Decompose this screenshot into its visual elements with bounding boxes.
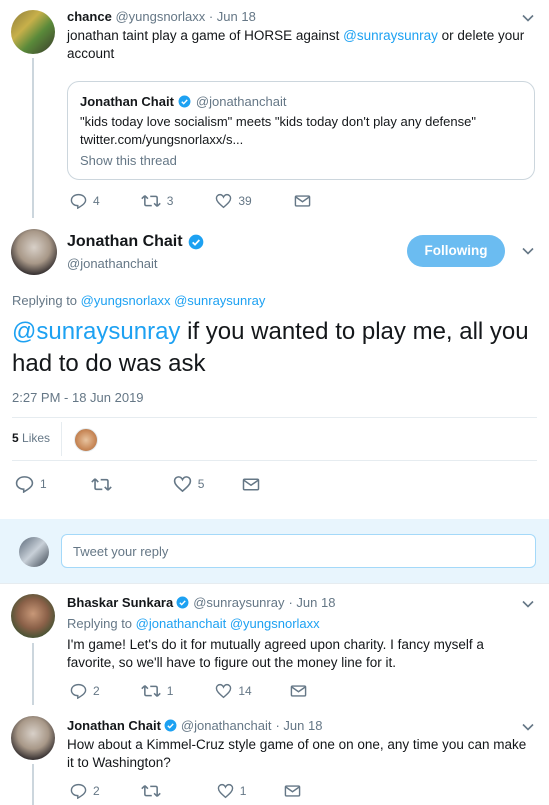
- thread-line: [32, 764, 34, 805]
- reply-input[interactable]: Tweet your reply: [61, 534, 536, 568]
- like-button[interactable]: 14: [215, 683, 252, 699]
- reply-icon: [15, 475, 34, 493]
- reply-icon: [70, 683, 87, 699]
- chevron-down-icon[interactable]: [521, 244, 535, 258]
- thread-line: [32, 58, 34, 218]
- divider: [0, 583, 549, 584]
- verified-badge-icon: [164, 719, 177, 732]
- tweet-actions: 1 5: [15, 475, 260, 493]
- replying-to: Replying to @jonathanchait @yungsnorlaxx: [67, 616, 320, 631]
- quote-link[interactable]: twitter.com/yungsnorlaxx/s...: [80, 131, 243, 149]
- tweet-text: I'm game! Let's do it for mutually agree…: [67, 637, 484, 670]
- divider: [61, 422, 62, 456]
- replying-to-link[interactable]: @sunraysunray: [174, 293, 265, 308]
- replying-to-link[interactable]: @yungsnorlaxx: [81, 293, 171, 308]
- reply-input-placeholder: Tweet your reply: [73, 544, 169, 559]
- reply-button[interactable]: 2: [70, 683, 100, 699]
- tweet-text: jonathan taint play a game of HORSE agai…: [67, 28, 525, 61]
- tweet-actions: 2 1 14: [70, 683, 307, 699]
- retweet-button[interactable]: [90, 476, 118, 493]
- likes-count: 5: [12, 431, 19, 445]
- direct-message-button[interactable]: [284, 784, 301, 798]
- liker-avatar[interactable]: [74, 428, 98, 452]
- direct-message-button[interactable]: [294, 194, 311, 208]
- author-avatar[interactable]: [11, 716, 55, 760]
- verified-badge-icon: [176, 596, 189, 609]
- likes-label: Likes: [22, 431, 51, 445]
- reply-icon: [70, 193, 87, 209]
- reply-button[interactable]: 4: [70, 193, 100, 209]
- tweet-text: How about a Kimmel-Cruz style game of on…: [67, 737, 527, 770]
- chevron-down-icon[interactable]: [521, 597, 535, 611]
- main-author-handle[interactable]: @jonathanchait: [67, 256, 158, 271]
- main-author-name-row: Jonathan Chait: [67, 233, 204, 251]
- mention-link[interactable]: @sunraysunray: [12, 318, 180, 345]
- show-thread-link[interactable]: Show this thread: [80, 153, 177, 168]
- quote-author-handle: @jonathanchait: [195, 94, 287, 109]
- like-button[interactable]: 5: [173, 475, 204, 493]
- message-icon: [294, 194, 311, 208]
- author-handle[interactable]: @jonathanchait: [181, 718, 272, 733]
- author-name[interactable]: Jonathan Chait: [67, 718, 161, 733]
- author-name[interactable]: chance: [67, 9, 112, 24]
- retweet-icon: [140, 783, 161, 799]
- likes-stat[interactable]: 5 Likes: [12, 431, 50, 445]
- retweet-button[interactable]: [140, 783, 167, 799]
- following-button[interactable]: Following: [407, 235, 505, 267]
- chevron-down-icon[interactable]: [521, 720, 535, 734]
- message-icon: [290, 684, 307, 698]
- reply-icon: [70, 783, 87, 799]
- main-author-avatar[interactable]: [11, 229, 57, 275]
- quote-text: "kids today love socialism" meets "kids …: [80, 114, 476, 129]
- retweet-icon: [140, 683, 161, 699]
- reply-button[interactable]: 2: [70, 783, 100, 799]
- tweet-header: Bhaskar Sunkara @sunraysunray · Jun 18: [67, 595, 335, 610]
- like-icon: [173, 475, 192, 493]
- like-icon: [215, 683, 232, 699]
- divider: [12, 417, 537, 418]
- like-icon: [217, 783, 234, 799]
- tweet-header: chance @yungsnorlaxx · Jun 18: [67, 9, 256, 24]
- direct-message-button[interactable]: [290, 684, 307, 698]
- tweet-header: Jonathan Chait @jonathanchait · Jun 18: [67, 718, 322, 733]
- quoted-tweet-card[interactable]: Jonathan Chait @jonathanchait "kids toda…: [67, 81, 535, 180]
- tweet-date[interactable]: · Jun 18: [209, 9, 256, 24]
- verified-badge-icon: [178, 95, 191, 108]
- author-handle[interactable]: @yungsnorlaxx: [115, 9, 205, 24]
- tweet-date[interactable]: · Jun 18: [275, 718, 322, 733]
- like-button[interactable]: 39: [215, 193, 252, 209]
- tweet-timestamp[interactable]: 2:27 PM - 18 Jun 2019: [12, 390, 144, 405]
- replying-to-link[interactable]: @yungsnorlaxx: [230, 616, 320, 631]
- retweet-button[interactable]: 1: [140, 683, 173, 699]
- like-button[interactable]: 1: [217, 783, 246, 799]
- divider: [12, 460, 537, 461]
- verified-badge-icon: [188, 234, 204, 250]
- replying-to-link[interactable]: @jonathanchait: [136, 616, 227, 631]
- main-tweet-text: @sunraysunray if you wanted to play me, …: [12, 318, 529, 377]
- retweet-icon: [140, 193, 161, 209]
- current-user-avatar[interactable]: [19, 537, 49, 567]
- author-avatar[interactable]: [11, 594, 55, 638]
- chevron-down-icon[interactable]: [521, 11, 535, 25]
- reply-button[interactable]: 1: [15, 475, 47, 493]
- retweet-button[interactable]: 3: [140, 193, 173, 209]
- quote-author-name: Jonathan Chait: [80, 94, 174, 109]
- tweet-actions: 4 3 39: [70, 193, 311, 209]
- message-icon: [242, 477, 260, 492]
- author-handle[interactable]: @sunraysunray: [193, 595, 284, 610]
- mention-link[interactable]: @sunraysunray: [343, 28, 438, 43]
- main-author-name[interactable]: Jonathan Chait: [67, 233, 183, 251]
- direct-message-button[interactable]: [242, 477, 260, 492]
- tweet-actions: 2 1: [70, 783, 301, 799]
- tweet-date[interactable]: · Jun 18: [288, 595, 335, 610]
- retweet-icon: [90, 476, 112, 493]
- thread-line: [32, 643, 34, 705]
- like-icon: [215, 193, 232, 209]
- author-name[interactable]: Bhaskar Sunkara: [67, 595, 173, 610]
- chance-avatar[interactable]: [11, 10, 55, 54]
- replying-to: Replying to @yungsnorlaxx @sunraysunray: [12, 293, 266, 308]
- message-icon: [284, 784, 301, 798]
